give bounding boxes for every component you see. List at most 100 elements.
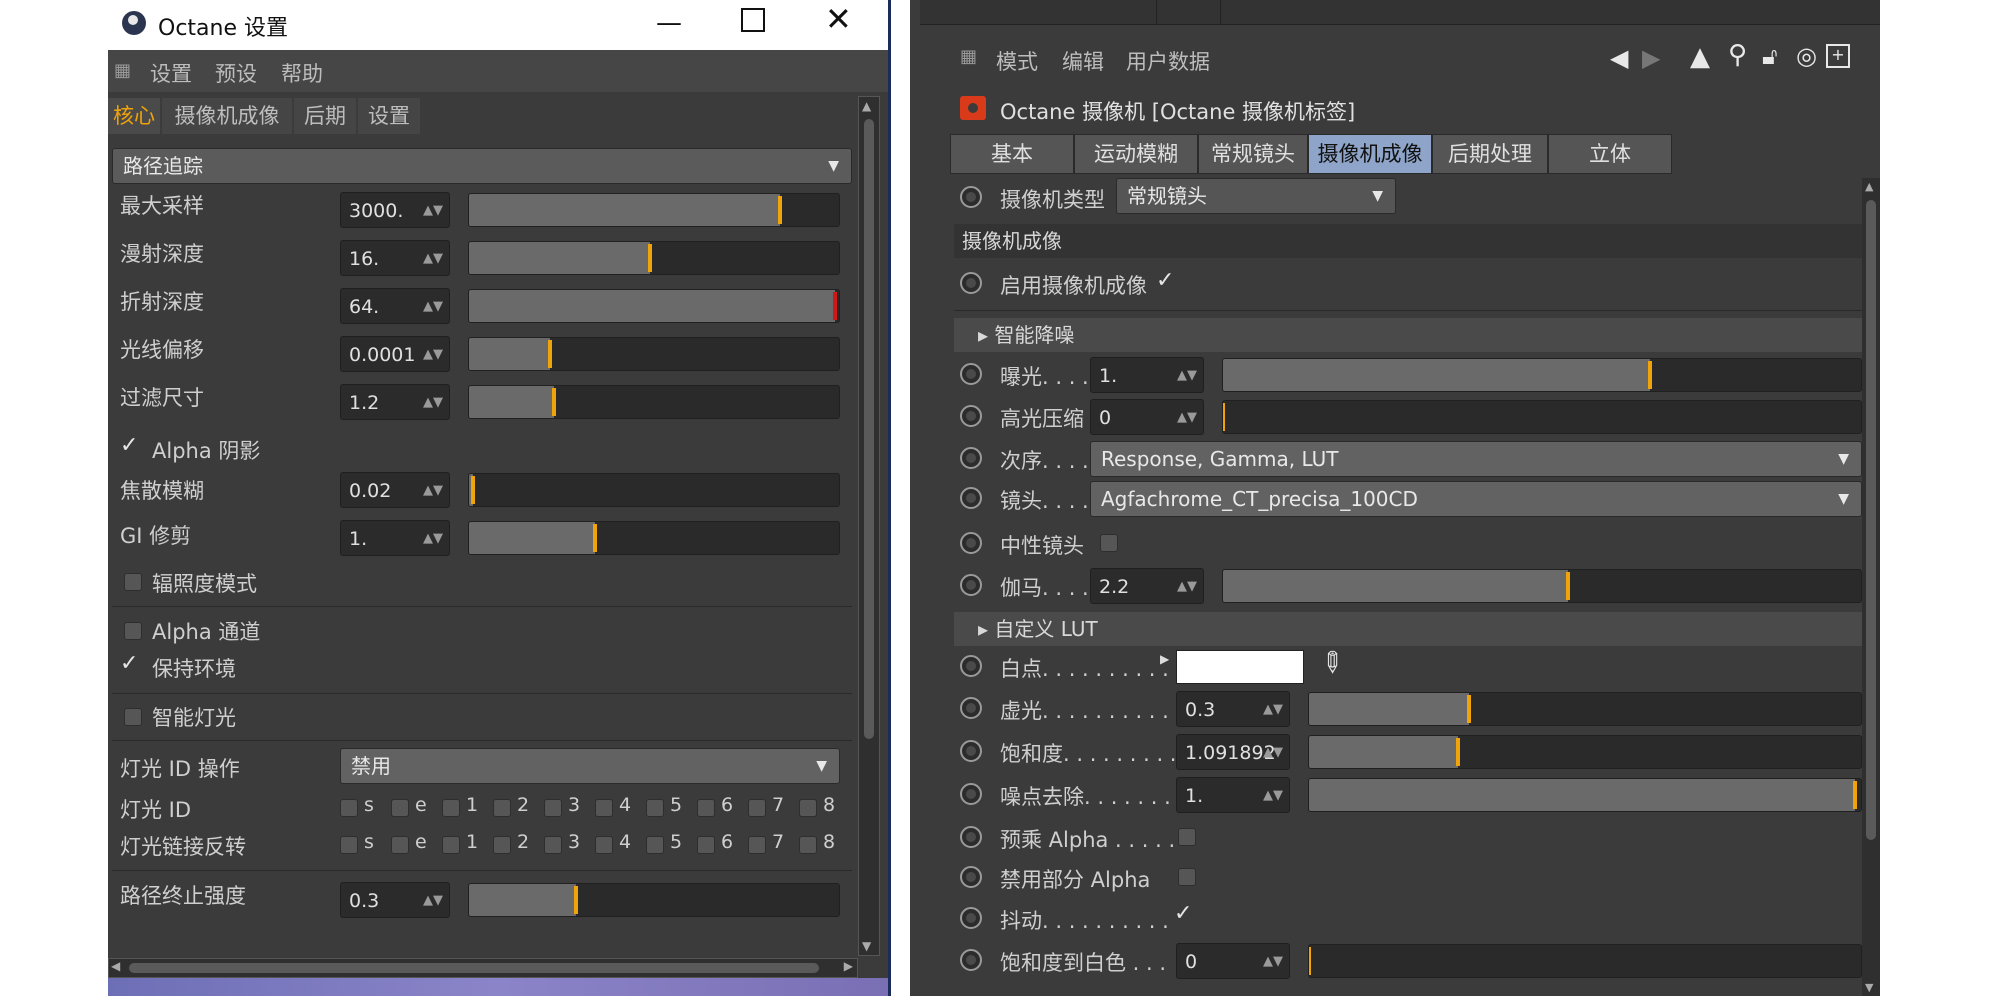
vignette-input[interactable]: 0.3 ▲▼ xyxy=(1176,691,1290,727)
premultiplied-alpha-animate-radio[interactable] xyxy=(960,826,982,848)
light-id-checkbox[interactable] xyxy=(646,799,664,817)
scroll-thumb[interactable] xyxy=(1866,200,1876,840)
param-input[interactable]: 16. ▲▼ xyxy=(340,240,450,276)
camera-type-animate-radio[interactable] xyxy=(960,186,982,208)
maximize-button[interactable] xyxy=(741,8,765,32)
disable-partial-alpha-checkbox[interactable] xyxy=(1178,868,1196,886)
gamma-slider[interactable] xyxy=(1222,569,1862,603)
gamma-input[interactable]: 2.2 ▲▼ xyxy=(1090,568,1204,604)
light-id-checkbox[interactable] xyxy=(442,799,460,817)
smart-light-checkbox[interactable] xyxy=(124,708,142,726)
white-point-color-swatch[interactable] xyxy=(1176,650,1304,684)
lens-animate-radio[interactable] xyxy=(960,487,982,509)
saturation-slider[interactable] xyxy=(1308,735,1862,769)
saturate-to-white-slider[interactable] xyxy=(1308,944,1862,978)
vertical-scrollbar[interactable]: ▲ ▼ xyxy=(1862,178,1880,996)
tab-basic[interactable]: 基本 xyxy=(950,134,1074,174)
light-link-checkbox[interactable] xyxy=(442,836,460,854)
saturate-to-white-animate-radio[interactable] xyxy=(960,949,982,971)
section-smart-denoise[interactable]: ▸ 智能降噪 xyxy=(954,318,1894,352)
light-id-checkbox[interactable] xyxy=(493,799,511,817)
minimize-button[interactable]: — xyxy=(656,8,682,38)
order-animate-radio[interactable] xyxy=(960,447,982,469)
light-link-checkbox[interactable] xyxy=(391,836,409,854)
light-link-checkbox[interactable] xyxy=(697,836,715,854)
vignette-animate-radio[interactable] xyxy=(960,697,982,719)
enable-imager-animate-radio[interactable] xyxy=(960,272,982,294)
light-id-checkbox[interactable] xyxy=(544,799,562,817)
menu-presets[interactable]: 预设 xyxy=(215,58,257,88)
tab-settings[interactable]: 设置 xyxy=(358,98,420,134)
param-slider[interactable] xyxy=(468,289,840,323)
param-input[interactable]: 3000. ▲▼ xyxy=(340,192,450,228)
menu-edit[interactable]: 编辑 xyxy=(1062,46,1104,76)
tab-stereo[interactable]: 立体 xyxy=(1548,134,1672,174)
lens-dropdown[interactable]: Agfachrome_CT_precisa_100CD ▼ xyxy=(1090,481,1862,517)
param-slider[interactable] xyxy=(468,241,840,275)
vignette-slider[interactable] xyxy=(1308,692,1862,726)
light-id-checkbox[interactable] xyxy=(799,799,817,817)
gamma-animate-radio[interactable] xyxy=(960,574,982,596)
target-icon[interactable]: ◎ xyxy=(1796,42,1817,70)
hot-pixel-removal-input[interactable]: 1. ▲▼ xyxy=(1176,777,1290,813)
neutral-response-checkbox[interactable] xyxy=(1100,534,1118,552)
param-slider[interactable] xyxy=(468,385,840,419)
keep-environment-checkbox[interactable]: ✓ xyxy=(120,651,138,676)
light-id-checkbox[interactable] xyxy=(697,799,715,817)
light-link-checkbox[interactable] xyxy=(799,836,817,854)
menu-mode[interactable]: 模式 xyxy=(996,46,1038,76)
expand-arrow-icon[interactable]: ▶ xyxy=(1160,652,1169,666)
light-id-op-dropdown[interactable]: 禁用 ▼ xyxy=(340,748,840,784)
menu-help[interactable]: 帮助 xyxy=(281,58,323,88)
highlight-compression-input[interactable]: 0 ▲▼ xyxy=(1090,399,1204,435)
tab-post[interactable]: 后期 xyxy=(294,98,356,134)
kernel-dropdown[interactable]: 路径追踪 ▼ xyxy=(112,148,852,184)
param-input[interactable]: 0.0001 ▲▼ xyxy=(340,336,450,372)
caustic-blur-input[interactable]: 0.02 ▲▼ xyxy=(340,472,450,508)
param-input[interactable]: 1.2 ▲▼ xyxy=(340,384,450,420)
param-slider[interactable] xyxy=(468,337,840,371)
tab-motion-blur[interactable]: 运动模糊 xyxy=(1074,134,1198,174)
saturation-input[interactable]: 1.091892 ▲▼ xyxy=(1176,734,1290,770)
exposure-input[interactable]: 1. ▲▼ xyxy=(1090,357,1204,393)
horizontal-scrollbar[interactable]: ◀ ▶ xyxy=(108,958,858,978)
hot-pixel-removal-slider[interactable] xyxy=(1308,778,1862,812)
light-link-checkbox[interactable] xyxy=(595,836,613,854)
param-slider[interactable] xyxy=(468,193,840,227)
light-link-checkbox[interactable] xyxy=(646,836,664,854)
caustic-blur-slider[interactable] xyxy=(468,473,840,507)
path-termination-slider[interactable] xyxy=(468,883,840,917)
hot-pixel-removal-animate-radio[interactable] xyxy=(960,783,982,805)
saturation-animate-radio[interactable] xyxy=(960,740,982,762)
light-link-checkbox[interactable] xyxy=(544,836,562,854)
param-input[interactable]: 64. ▲▼ xyxy=(340,288,450,324)
menu-settings[interactable]: 设置 xyxy=(150,58,192,88)
eyedropper-icon[interactable]: ✎ xyxy=(1312,643,1352,683)
dithering-checkbox[interactable]: ✓ xyxy=(1174,901,1192,926)
vertical-scrollbar[interactable]: ▲ ▼ xyxy=(858,96,880,956)
premultiplied-alpha-checkbox[interactable] xyxy=(1178,828,1196,846)
highlight-compression-slider[interactable] xyxy=(1222,400,1862,434)
alpha-channel-checkbox[interactable] xyxy=(124,622,142,640)
light-link-checkbox[interactable] xyxy=(340,836,358,854)
scroll-thumb[interactable] xyxy=(864,119,874,739)
gi-clamp-slider[interactable] xyxy=(468,521,840,555)
section-custom-lut[interactable]: ▸ 自定义 LUT xyxy=(954,612,1894,646)
irradiance-checkbox[interactable] xyxy=(124,573,142,591)
order-dropdown[interactable]: Response, Gamma, LUT ▼ xyxy=(1090,441,1862,477)
search-icon[interactable]: ⚲ xyxy=(1728,40,1747,70)
exposure-slider[interactable] xyxy=(1222,358,1862,392)
tab-post-processing[interactable]: 后期处理 xyxy=(1432,134,1548,174)
disable-partial-alpha-animate-radio[interactable] xyxy=(960,866,982,888)
new-panel-icon[interactable]: + xyxy=(1826,44,1850,68)
gi-clamp-input[interactable]: 1. ▲▼ xyxy=(340,520,450,556)
tab-camera-imager[interactable]: 摄像机成像 xyxy=(162,98,292,134)
path-termination-input[interactable]: 0.3 ▲▼ xyxy=(340,882,450,918)
lock-icon[interactable]: 🔓︎ xyxy=(1762,42,1778,70)
white-point-animate-radio[interactable] xyxy=(960,655,982,677)
close-button[interactable]: ✕ xyxy=(825,0,852,38)
forward-arrow-icon[interactable]: ▶ xyxy=(1642,44,1660,72)
light-id-checkbox[interactable] xyxy=(391,799,409,817)
light-id-checkbox[interactable] xyxy=(748,799,766,817)
exposure-animate-radio[interactable] xyxy=(960,363,982,385)
